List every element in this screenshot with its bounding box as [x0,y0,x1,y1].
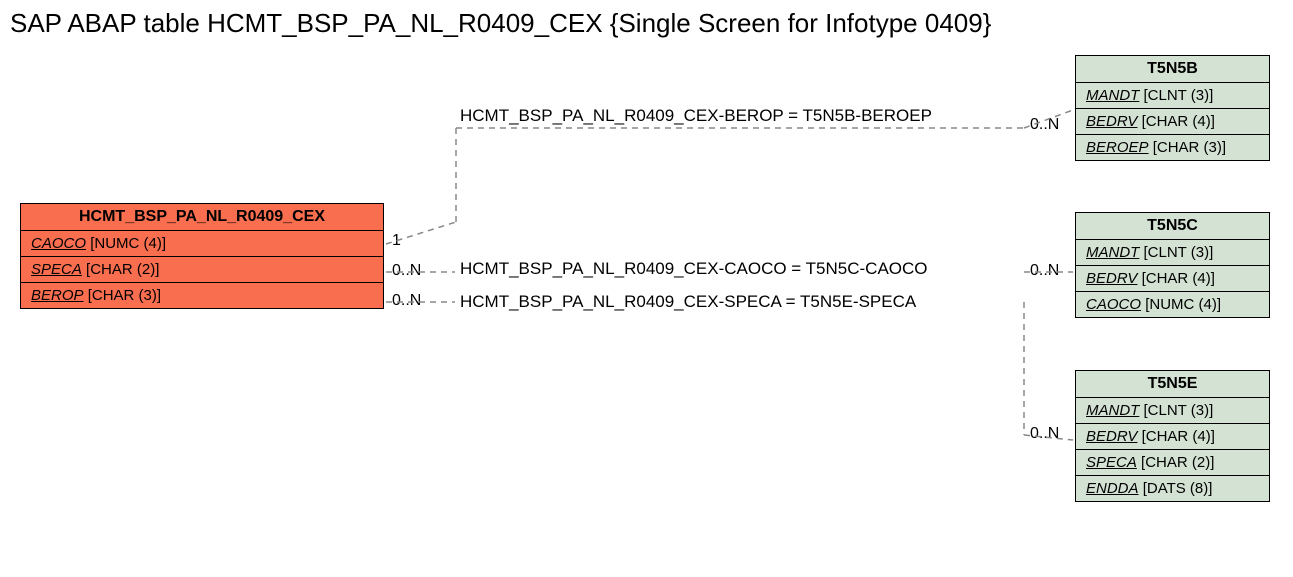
cardinality-left-2: 0..N [392,262,421,280]
cardinality-left-3: 0..N [392,292,421,310]
cardinality-right-3: 0..N [1030,425,1059,443]
entity-field: BEROP [CHAR (3)] [21,283,383,308]
entity-field: BEROEP [CHAR (3)] [1076,135,1269,160]
entity-field: BEDRV [CHAR (4)] [1076,109,1269,135]
entity-field: CAOCO [NUMC (4)] [21,231,383,257]
field-type: [CLNT (3)] [1144,402,1214,419]
entity-field: CAOCO [NUMC (4)] [1076,292,1269,317]
field-name: MANDT [1086,87,1139,104]
entity-t5n5b-header: T5N5B [1076,56,1269,83]
relation-label-1: HCMT_BSP_PA_NL_R0409_CEX-BEROP = T5N5B-B… [460,106,932,126]
field-name: SPECA [1086,454,1137,471]
entity-field: SPECA [CHAR (2)] [1076,450,1269,476]
field-type: [CHAR (2)] [1141,454,1214,471]
field-name: ENDDA [1086,480,1139,497]
field-type: [CHAR (4)] [1142,428,1215,445]
cardinality-right-1: 0..N [1030,116,1059,134]
field-type: [CLNT (3)] [1144,244,1214,261]
field-name: SPECA [31,261,82,278]
field-type: [CHAR (2)] [86,261,159,278]
field-name: BEROP [31,287,84,304]
entity-field: ENDDA [DATS (8)] [1076,476,1269,501]
entity-t5n5c: T5N5C MANDT [CLNT (3)] BEDRV [CHAR (4)] … [1075,212,1270,318]
field-type: [CHAR (3)] [88,287,161,304]
entity-main-header: HCMT_BSP_PA_NL_R0409_CEX [21,204,383,231]
field-type: [NUMC (4)] [1145,296,1221,313]
relation-label-2: HCMT_BSP_PA_NL_R0409_CEX-CAOCO = T5N5C-C… [460,259,928,279]
cardinality-right-2: 0..N [1030,262,1059,280]
entity-field: SPECA [CHAR (2)] [21,257,383,283]
field-type: [CHAR (4)] [1142,270,1215,287]
field-type: [CHAR (4)] [1142,113,1215,130]
field-name: MANDT [1086,402,1139,419]
entity-main: HCMT_BSP_PA_NL_R0409_CEX CAOCO [NUMC (4)… [20,203,384,309]
entity-t5n5c-header: T5N5C [1076,213,1269,240]
field-name: BEDRV [1086,428,1137,445]
entity-t5n5e-header: T5N5E [1076,371,1269,398]
field-type: [CHAR (3)] [1153,139,1226,156]
entity-field: MANDT [CLNT (3)] [1076,398,1269,424]
field-name: CAOCO [31,235,86,252]
entity-t5n5b: T5N5B MANDT [CLNT (3)] BEDRV [CHAR (4)] … [1075,55,1270,161]
entity-field: BEDRV [CHAR (4)] [1076,424,1269,450]
entity-t5n5e: T5N5E MANDT [CLNT (3)] BEDRV [CHAR (4)] … [1075,370,1270,502]
relation-label-3: HCMT_BSP_PA_NL_R0409_CEX-SPECA = T5N5E-S… [460,292,916,312]
field-name: BEDRV [1086,270,1137,287]
field-name: BEDRV [1086,113,1137,130]
field-name: MANDT [1086,244,1139,261]
entity-field: BEDRV [CHAR (4)] [1076,266,1269,292]
field-name: BEROEP [1086,139,1149,156]
entity-field: MANDT [CLNT (3)] [1076,240,1269,266]
field-type: [DATS (8)] [1143,480,1213,497]
field-name: CAOCO [1086,296,1141,313]
cardinality-left-1: 1 [392,232,401,250]
page-title: SAP ABAP table HCMT_BSP_PA_NL_R0409_CEX … [10,8,991,39]
entity-field: MANDT [CLNT (3)] [1076,83,1269,109]
field-type: [CLNT (3)] [1144,87,1214,104]
field-type: [NUMC (4)] [90,235,166,252]
